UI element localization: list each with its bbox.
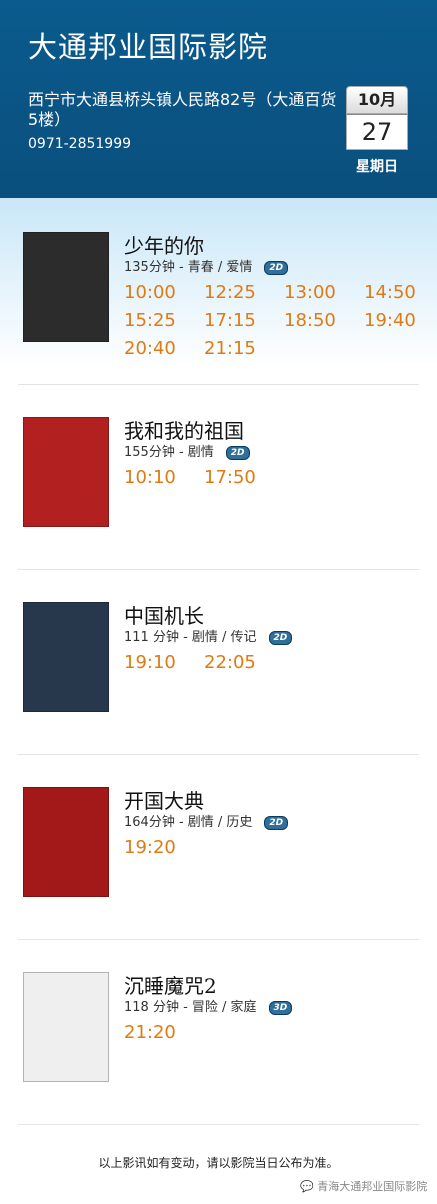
showtimes: 10:00 12:25 13:00 14:50 15:25 17:15 18:5…: [124, 282, 424, 360]
movie-item[interactable]: 少年的你 135分钟 - 青春 / 爱情 2D 10:00 12:25 13:00…: [0, 230, 437, 415]
movie-meta: 155分钟 - 剧情 2D: [124, 441, 250, 460]
movie-item[interactable]: 中国机长 111 分钟 - 剧情 / 传记 2D 19:10 22:05: [0, 600, 437, 785]
cinema-name: 大通邦业国际影院: [28, 30, 269, 64]
movie-title[interactable]: 开国大典: [124, 785, 204, 814]
divider: [18, 1124, 419, 1125]
showtime[interactable]: 10:00: [124, 282, 204, 304]
movie-item[interactable]: 沉睡魔咒2 118 分钟 - 冒险 / 家庭 3D 21:20: [0, 970, 437, 1155]
calendar-month: 10月: [346, 86, 408, 114]
showtime[interactable]: 18:50: [284, 310, 364, 332]
cinema-address: 西宁市大通县桥头镇人民路82号（大通百货5楼）: [28, 90, 337, 129]
showtime[interactable]: 21:15: [204, 338, 284, 360]
showtime[interactable]: 19:10: [124, 652, 204, 674]
calendar-weekday: 星期日: [356, 159, 398, 175]
movie-title[interactable]: 沉睡魔咒2: [124, 970, 217, 999]
movie-meta: 111 分钟 - 剧情 / 传记 2D: [124, 626, 293, 645]
movie-duration-genre: 135分钟 - 青春 / 爱情: [124, 260, 253, 275]
showtime[interactable]: 22:05: [204, 652, 284, 674]
showtime[interactable]: 19:40: [364, 310, 437, 332]
movie-item[interactable]: 开国大典 164分钟 - 剧情 / 历史 2D 19:20: [0, 785, 437, 970]
showtimes: 19:20: [124, 837, 424, 859]
showtime[interactable]: 15:25: [124, 310, 204, 332]
showtime[interactable]: 14:50: [364, 282, 437, 304]
showtimes: 21:20: [124, 1022, 424, 1044]
showtime[interactable]: 13:00: [284, 282, 364, 304]
movie-poster[interactable]: [23, 417, 109, 527]
movie-meta: 164分钟 - 剧情 / 历史 2D: [124, 811, 289, 830]
showtime[interactable]: 19:20: [124, 837, 204, 859]
movie-meta: 118 分钟 - 冒险 / 家庭 3D: [124, 996, 293, 1015]
format-badge: 3D: [268, 1000, 293, 1015]
showtime[interactable]: 17:50: [204, 467, 284, 489]
showtimes: 10:10 17:50: [124, 467, 424, 489]
format-badge: 2D: [268, 630, 293, 645]
divider: [18, 569, 419, 570]
movie-item[interactable]: 我和我的祖国 155分钟 - 剧情 2D 10:10 17:50: [0, 415, 437, 600]
format-badge: 2D: [264, 260, 289, 275]
movie-poster[interactable]: [23, 602, 109, 712]
cinema-header: 大通邦业国际影院 西宁市大通县桥头镇人民路82号（大通百货5楼） 0971-28…: [0, 0, 437, 198]
showtime[interactable]: 21:20: [124, 1022, 204, 1044]
movie-title[interactable]: 少年的你: [124, 230, 204, 259]
showtime[interactable]: 17:15: [204, 310, 284, 332]
divider: [18, 939, 419, 940]
movie-duration-genre: 111 分钟 - 剧情 / 传记: [124, 630, 257, 645]
showtime[interactable]: 10:10: [124, 467, 204, 489]
watermark-text: 青海大通邦业国际影院: [317, 1180, 428, 1193]
divider: [18, 384, 419, 385]
divider: [18, 754, 419, 755]
date-calendar: 10月 27: [346, 86, 408, 150]
showtime[interactable]: 12:25: [204, 282, 284, 304]
chat-bubble-icon: 💬: [300, 1180, 314, 1193]
showtime[interactable]: 20:40: [124, 338, 204, 360]
movie-title[interactable]: 中国机长: [124, 600, 204, 629]
movie-poster[interactable]: [23, 232, 109, 342]
movie-duration-genre: 118 分钟 - 冒险 / 家庭: [124, 1000, 257, 1015]
format-badge: 2D: [225, 445, 250, 460]
movie-meta: 135分钟 - 青春 / 爱情 2D: [124, 256, 289, 275]
movie-title[interactable]: 我和我的祖国: [124, 415, 244, 444]
movie-duration-genre: 164分钟 - 剧情 / 历史: [124, 815, 253, 830]
footer-notice: 以上影讯如有变动，请以影院当日公布为准。: [98, 1156, 339, 1170]
calendar-day: 27: [346, 114, 408, 150]
movie-poster[interactable]: [23, 972, 109, 1082]
account-watermark: 💬 青海大通邦业国际影院: [300, 1178, 427, 1194]
movie-poster[interactable]: [23, 787, 109, 897]
cinema-phone[interactable]: 0971-2851999: [28, 136, 131, 152]
showtimes: 19:10 22:05: [124, 652, 424, 674]
format-badge: 2D: [264, 815, 289, 830]
movie-duration-genre: 155分钟 - 剧情: [124, 445, 214, 460]
